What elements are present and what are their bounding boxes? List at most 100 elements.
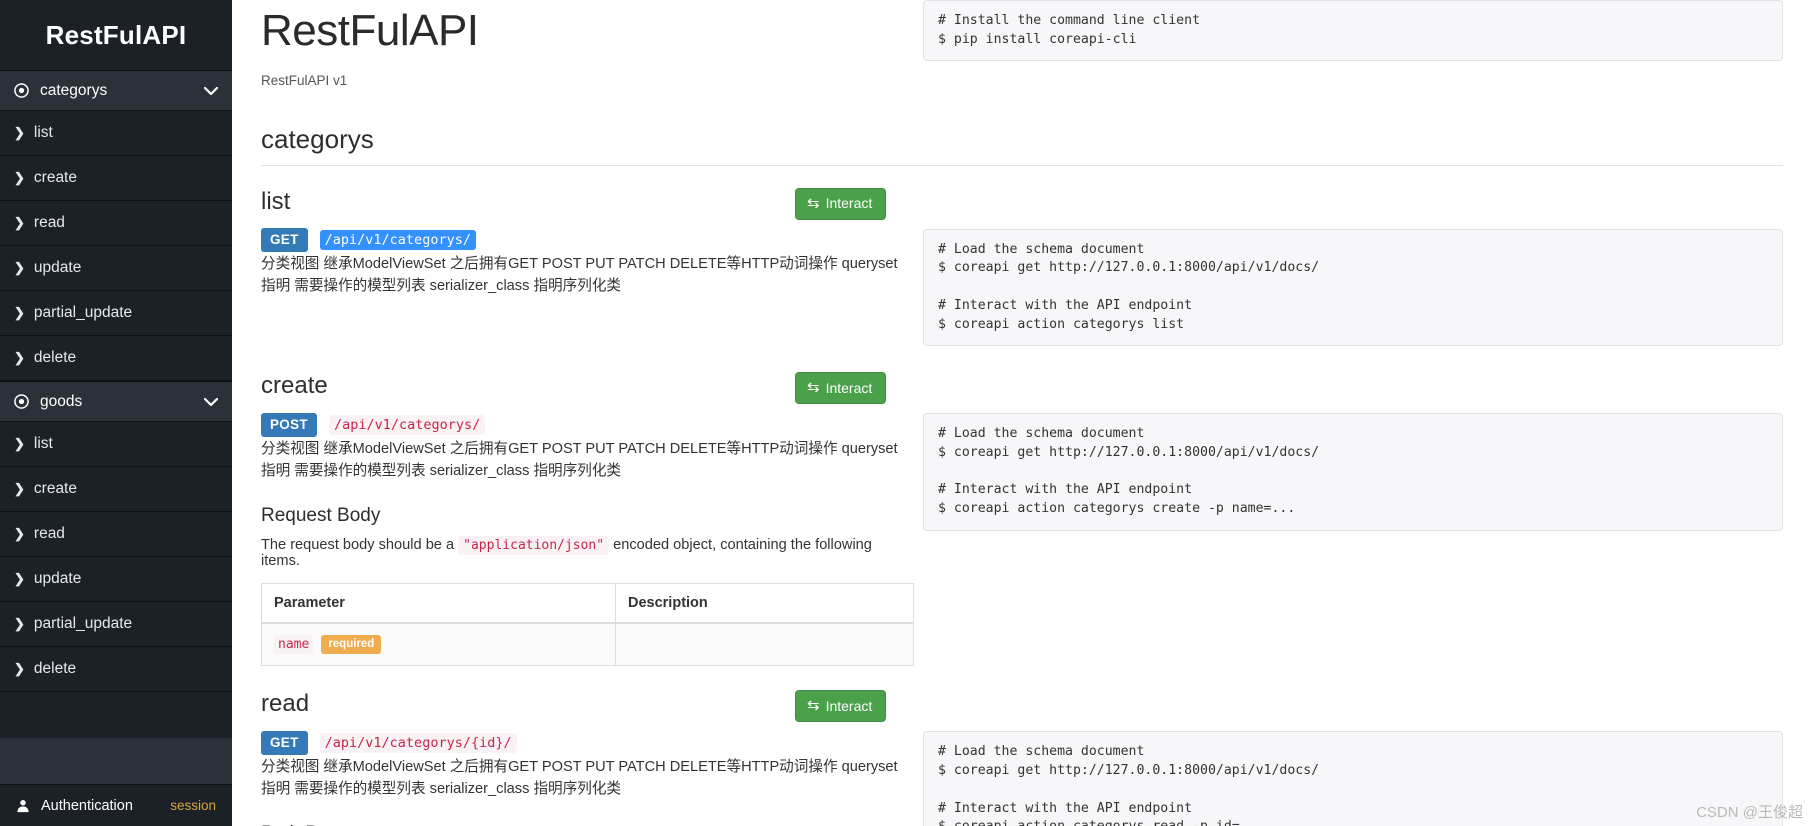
sidebar-item-label: read (33, 214, 65, 231)
link-description: 分类视图 继承ModelViewSet 之后拥有GET POST PUT PAT… (261, 441, 898, 479)
sidebar-item-label: update (33, 570, 82, 587)
main-content: RestFulAPI RestFulAPI v1 # Install the c… (232, 0, 1813, 826)
sidebar-item-categorys-list[interactable]: ❯ list (0, 111, 232, 156)
link-title: read (261, 690, 310, 718)
section-divider (261, 164, 1783, 166)
sidebar-item-label: read (33, 525, 65, 542)
chevron-right-icon: ❯ (14, 571, 25, 586)
sidebar-item-label: delete (33, 349, 77, 366)
chevron-right-icon: ❯ (14, 170, 25, 185)
sidebar-item-goods-read[interactable]: ❯ read (0, 512, 232, 557)
target-icon (14, 83, 29, 98)
sidebar-item-label: list (33, 435, 53, 452)
chevron-down-icon[interactable] (204, 397, 218, 407)
install-code-block: # Install the command line client $ pip … (923, 0, 1783, 62)
request-body-heading: Request Body (261, 504, 381, 526)
link-title: create (261, 372, 328, 400)
sidebar-item-goods-delete[interactable]: ❯ delete (0, 647, 232, 692)
chevron-down-icon[interactable] (204, 86, 218, 96)
link-read: read GET /api/v1/categorys/{id}/ 分类视图 继承… (232, 690, 1813, 826)
link-list-right: ⇆ Interact # Load the schema document $ … (795, 187, 1813, 347)
endpoint-url: /api/v1/categorys/ (328, 415, 486, 436)
interact-button-label: Interact (825, 195, 873, 212)
chevron-right-icon: ❯ (14, 260, 25, 275)
sidebar-item-categorys-create[interactable]: ❯ create (0, 156, 232, 201)
link-list-method-line: GET /api/v1/categorys/ (261, 228, 905, 253)
method-badge: GET (261, 731, 308, 756)
interact-button-label: Interact (825, 697, 873, 714)
request-body-table: Parameter Description name required (261, 582, 914, 667)
header-row: RestFulAPI RestFulAPI v1 # Install the c… (232, 0, 1813, 88)
chevron-right-icon: ❯ (14, 215, 25, 230)
section-heading-block: categorys (232, 124, 1813, 155)
link-title: list (261, 187, 291, 215)
sidebar-item-categorys-update[interactable]: ❯ update (0, 246, 232, 291)
section-title: categorys (261, 123, 374, 154)
cell-description (615, 622, 914, 666)
required-badge: required (321, 635, 382, 655)
link-create-right: ⇆ Interact # Load the schema document $ … (795, 372, 1813, 666)
param-name: name (274, 635, 314, 655)
swap-arrows-icon: ⇆ (807, 697, 820, 715)
sidebar-item-label: update (33, 259, 82, 276)
link-description: 分类视图 继承ModelViewSet 之后拥有GET POST PUT PAT… (261, 759, 898, 798)
swap-arrows-icon: ⇆ (807, 379, 820, 397)
swap-arrows-icon: ⇆ (807, 194, 820, 212)
sidebar-item-label: partial_update (33, 615, 133, 632)
link-description: 分类视图 继承ModelViewSet 之后拥有GET POST PUT PAT… (261, 256, 898, 295)
chevron-right-icon: ❯ (14, 350, 25, 365)
sidebar-group-label: categorys (40, 81, 108, 99)
sidebar-filler (0, 738, 232, 784)
content-type-code: "application/json" (458, 535, 610, 555)
watermark: CSDN @王俊超 (1696, 804, 1803, 821)
link-create-method-line: POST /api/v1/categorys/ (261, 413, 905, 438)
interact-button-create[interactable]: ⇆ Interact (795, 372, 887, 405)
link-code-block: # Load the schema document $ coreapi get… (923, 228, 1783, 347)
link-read-method-line: GET /api/v1/categorys/{id}/ (261, 731, 905, 756)
link-code-block: # Load the schema document $ coreapi get… (923, 731, 1783, 826)
authentication-value: session (170, 798, 216, 813)
header-right: # Install the command line client $ pip … (915, 0, 1813, 88)
page-subtitle: RestFulAPI v1 (261, 72, 348, 88)
authentication-label: Authentication (41, 797, 133, 814)
target-icon (14, 394, 29, 409)
sidebar-item-label: list (33, 124, 53, 141)
endpoint-url: /api/v1/categorys/ (319, 230, 476, 251)
request-body-note: The request body should be a "applicatio… (261, 535, 905, 569)
request-body-note-pre: The request body should be a (261, 536, 459, 553)
chevron-right-icon: ❯ (14, 436, 25, 451)
sidebar-item-categorys-partial-update[interactable]: ❯ partial_update (0, 291, 232, 336)
table-header-row: Parameter Description (261, 583, 914, 624)
link-list: list GET /api/v1/categorys/ 分类视图 继承Model… (232, 187, 1813, 347)
sidebar-item-goods-update[interactable]: ❯ update (0, 557, 232, 602)
header-left: RestFulAPI RestFulAPI v1 (232, 0, 915, 88)
sidebar-item-label: delete (33, 660, 77, 677)
sidebar-item-goods-create[interactable]: ❯ create (0, 467, 232, 512)
link-create-left: create POST /api/v1/categorys/ 分类视图 继承Mo… (232, 372, 915, 667)
sidebar-item-label: partial_update (33, 304, 133, 321)
authentication-bar[interactable]: Authentication session (0, 784, 232, 826)
sidebar-nav: categorys ❯ list ❯ create ❯ read ❯ updat… (0, 70, 232, 738)
chevron-right-icon: ❯ (14, 661, 25, 676)
sidebar-group-label: goods (40, 392, 83, 410)
column-header-description: Description (615, 583, 914, 624)
sidebar-item-goods-list[interactable]: ❯ list (0, 422, 232, 467)
page-title: RestFulAPI (261, 6, 479, 55)
interact-button-label: Interact (825, 379, 873, 396)
interact-button-read[interactable]: ⇆ Interact (795, 690, 887, 723)
link-create: create POST /api/v1/categorys/ 分类视图 继承Mo… (232, 372, 1813, 667)
chevron-right-icon: ❯ (14, 616, 25, 631)
column-header-parameter: Parameter (261, 583, 616, 624)
interact-button-list[interactable]: ⇆ Interact (795, 187, 887, 220)
sidebar-item-categorys-delete[interactable]: ❯ delete (0, 336, 232, 381)
sidebar-item-goods-partial-update[interactable]: ❯ partial_update (0, 602, 232, 647)
endpoint-url: /api/v1/categorys/{id}/ (319, 733, 517, 754)
sidebar-group-goods[interactable]: goods (0, 381, 232, 422)
sidebar-brand[interactable]: RestFulAPI (0, 0, 232, 70)
page-root: RestFulAPI categorys ❯ list ❯ create ❯ r… (0, 0, 1813, 826)
chevron-right-icon: ❯ (14, 481, 25, 496)
sidebar-item-categorys-read[interactable]: ❯ read (0, 201, 232, 246)
sidebar-group-categorys[interactable]: categorys (0, 70, 232, 111)
sidebar-item-label: create (33, 480, 77, 497)
link-read-right: ⇆ Interact # Load the schema document $ … (795, 690, 1813, 826)
